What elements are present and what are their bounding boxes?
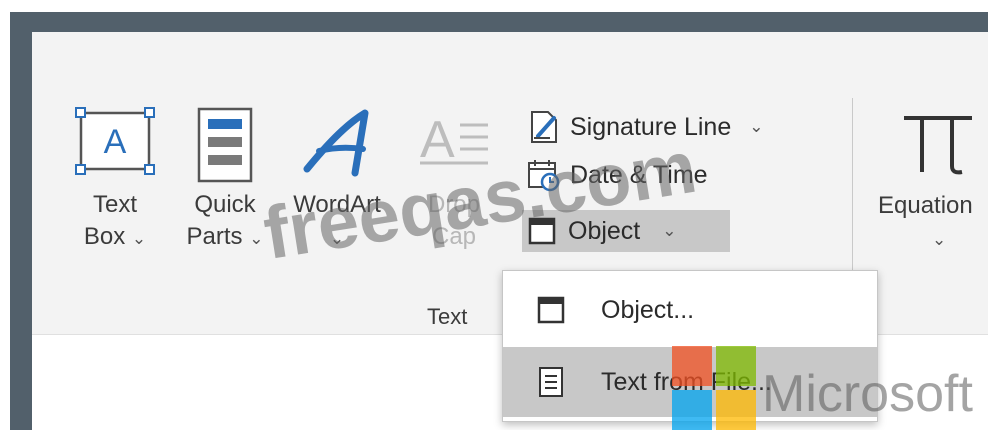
window-frame: A Text Box ⌄ Quick Parts ⌄ WordArt ⌄ A D… [10,12,988,430]
object-icon [522,213,562,249]
drop-cap-label-2: Cap [431,223,477,250]
chevron-down-icon: ⌄ [749,117,764,136]
chevron-down-icon: ⌄ [131,229,147,248]
microsoft-logo [672,346,756,430]
text-box-button[interactable]: A Text Box ⌄ [70,107,160,255]
equation-button[interactable]: Equation ⌄ [878,104,988,256]
date-time-label: Date & Time [570,160,708,189]
menu-item-object[interactable]: Object... [503,275,877,345]
drop-cap-icon: A [420,111,488,169]
date-time-button[interactable]: Date & Time [524,154,708,196]
object-icon [531,295,571,325]
svg-text:A: A [104,123,127,161]
pi-icon [904,116,972,175]
drop-cap-label-1: Drop [427,191,481,218]
text-box-label-1: Text [92,191,137,218]
quick-parts-button[interactable]: Quick Parts ⌄ [180,107,270,255]
drop-cap-button[interactable]: A Drop Cap [414,107,494,253]
calendar-clock-icon [524,157,564,193]
chevron-down-icon: ⌄ [662,221,677,240]
signature-line-label: Signature Line [570,112,732,141]
quick-parts-label-2: Parts [186,223,243,250]
menu-item-object-label: Object... [601,295,695,324]
chevron-down-icon: ⌄ [249,229,264,248]
text-box-label-2: Box [83,223,126,250]
wordart-button[interactable]: WordArt ⌄ [277,107,397,255]
group-label-text: Text [427,304,468,329]
svg-text:A: A [420,111,455,169]
quick-parts-icon [197,107,253,183]
signature-line-icon [524,109,564,145]
object-label: Object [568,216,641,245]
text-box-icon: A [75,107,155,175]
chevron-down-icon: ⌄ [329,229,345,248]
object-button[interactable]: Object ⌄ [522,210,730,252]
wordart-label: WordArt [293,191,381,218]
wordart-icon [303,109,369,177]
equation-label: Equation [878,192,973,219]
signature-line-button[interactable]: Signature Line ⌄ [524,106,763,148]
document-icon [531,366,571,398]
chevron-down-icon: ⌄ [932,230,947,249]
quick-parts-label-1: Quick [194,191,256,218]
